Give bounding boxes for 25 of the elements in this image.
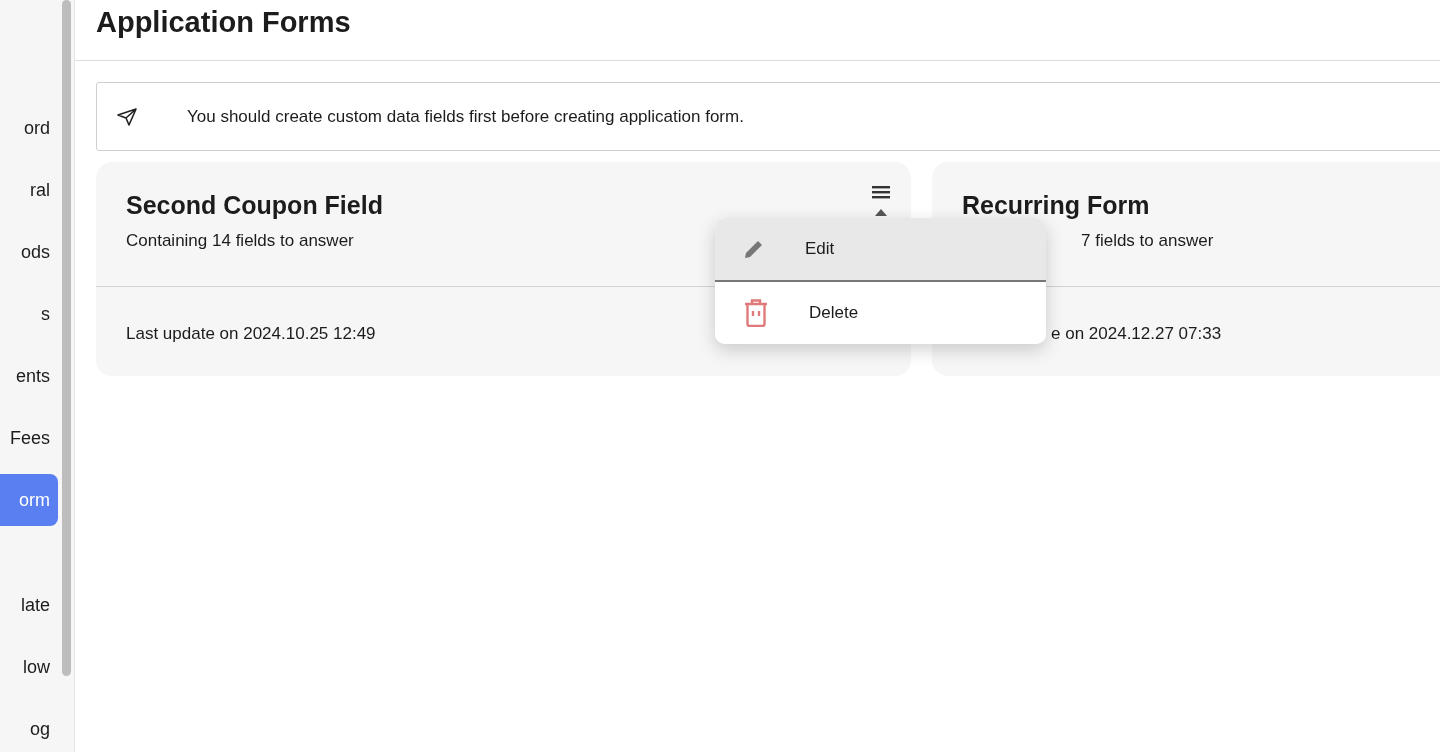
sidebar-item[interactable]: s (0, 283, 58, 345)
sidebar-item[interactable]: ods (0, 221, 58, 283)
last-update-text: e on 2024.12.27 07:33 (1051, 323, 1222, 345)
card-title: Recurring Form (962, 190, 1150, 220)
menu-item[interactable]: Edit (715, 218, 1046, 280)
sidebar-item[interactable]: ord (0, 97, 58, 159)
page-title: Application Forms (96, 4, 351, 40)
trash-icon (743, 299, 769, 327)
send-icon (117, 107, 137, 126)
menu-item[interactable]: Delete (715, 282, 1046, 344)
pencil-icon (743, 238, 765, 260)
sidebar-item[interactable]: ral (0, 159, 58, 221)
sidebar-item[interactable]: orm (0, 474, 58, 526)
sidebar-item[interactable]: late (0, 574, 58, 636)
card-subtitle: Containing 14 fields to answer (126, 230, 354, 252)
sidebar-item[interactable]: og (0, 698, 58, 752)
card-subtitle: 7 fields to answer (1081, 230, 1214, 252)
sidebar-item[interactable]: Fees (0, 407, 58, 469)
caret-icon (875, 209, 887, 216)
menu-icon[interactable] (871, 184, 891, 200)
sidebar-item[interactable]: low (0, 636, 58, 698)
sidebar-item[interactable]: ents (0, 345, 58, 407)
card-title: Second Coupon Field (126, 190, 383, 220)
notice-text: You should create custom data fields first before creating application form. (187, 105, 744, 128)
last-update-text: Last update on 2024.10.25 12:49 (126, 323, 376, 345)
